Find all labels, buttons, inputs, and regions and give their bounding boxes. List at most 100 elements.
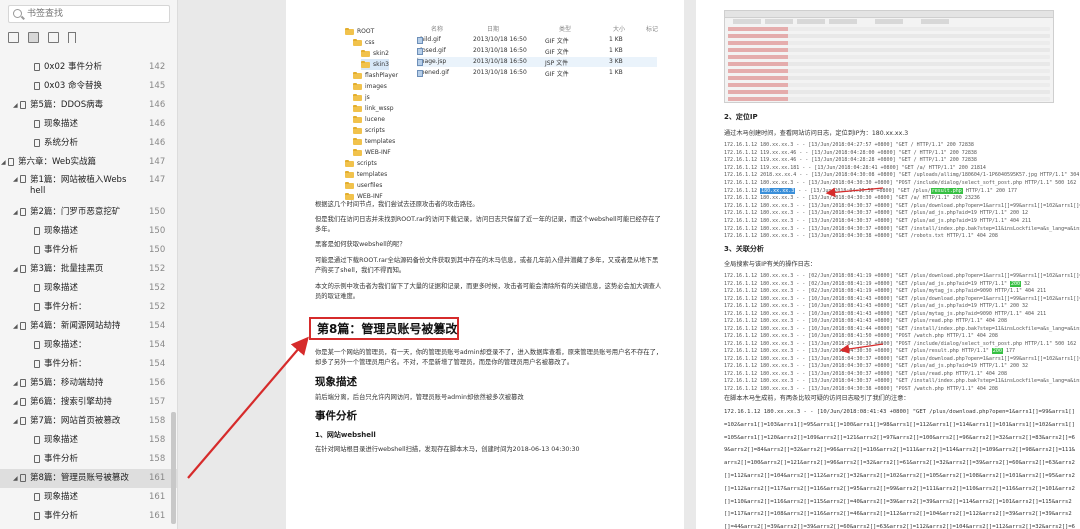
expand-all-icon[interactable] <box>8 32 19 43</box>
toc-item-label: 事件分析： <box>44 359 87 369</box>
collapse-caret-icon[interactable]: ◢ <box>13 380 18 387</box>
tree-folder[interactable]: userfiles <box>345 180 382 191</box>
heading-event-analysis: 事件分析 <box>315 410 357 422</box>
tree-folder-label: templates <box>357 171 388 178</box>
bookmark-page-icon <box>34 455 40 463</box>
tree-folder[interactable]: js <box>353 92 370 103</box>
folder-icon <box>345 181 354 189</box>
screenshot-row <box>728 41 1050 45</box>
collapse-caret-icon[interactable]: ◢ <box>13 176 18 183</box>
tree-folder[interactable]: templates <box>345 169 387 180</box>
log-line: 172.16.1.12 180.xx.xx.3 - - [13/Jun/2018… <box>724 370 1007 377</box>
toc-item[interactable]: 现象描述 152 <box>0 279 177 298</box>
folder-icon <box>345 192 354 200</box>
toc-item[interactable]: ◢ 第3篇：批量挂黑页 152 <box>0 260 177 279</box>
file-row[interactable]: image.jsp 2013/10/18 16:50 JSP 文件 3 KB <box>417 57 657 67</box>
toc-item[interactable]: 系统分析 146 <box>0 134 177 153</box>
file-name: closed.gif <box>417 47 446 55</box>
collapse-caret-icon[interactable]: ◢ <box>13 475 18 482</box>
toc-item[interactable]: 现象描述 150 <box>0 222 177 241</box>
bookmark-page-icon <box>20 101 26 109</box>
file-row[interactable]: opened.gif 2013/10/18 16:50 GIF 文件 1 KB <box>417 68 657 78</box>
log-line: 172.16.1.12 180.xx.xx.3 - - [02/Jun/2018… <box>724 280 1031 287</box>
toc-item[interactable]: ◢ 第7篇：网站首页被篡改 158 <box>0 412 177 431</box>
toc-item[interactable]: 0x03 命令替换 145 <box>0 77 177 96</box>
tree-folder[interactable]: skin3 <box>361 59 389 70</box>
toc-page-number: 158 <box>149 435 166 445</box>
toc-item[interactable]: ◢ 第2篇：门罗币恶意挖矿 150 <box>0 203 177 222</box>
tree-folder[interactable]: images <box>353 81 387 92</box>
col-name: 名称 <box>431 26 444 33</box>
tree-folder[interactable]: lucene <box>353 114 385 125</box>
toc-page-number: 154 <box>149 359 166 369</box>
tree-folder-label: images <box>365 83 387 90</box>
tree-folder[interactable]: skin2 <box>361 48 389 59</box>
toc-item[interactable]: 事件分析 150 <box>0 241 177 260</box>
toc-item-label: 0x03 命令替换 <box>44 81 102 91</box>
toc-item[interactable]: ◢ 第8篇：管理员账号被篡改 161 <box>0 469 177 488</box>
bookmark-search-box[interactable] <box>8 5 170 23</box>
toc-item[interactable]: 现象描述 161 <box>0 488 177 507</box>
bookmark-page-icon <box>20 379 26 387</box>
toc-item[interactable]: ◢ 第4篇：新闻源网站劫持 154 <box>0 317 177 336</box>
file-name: opened.gif <box>417 69 449 77</box>
toc-item[interactable]: ◢ 第5篇：DDOS病毒 146 <box>0 96 177 115</box>
toc-item[interactable]: 现象描述 146 <box>0 115 177 134</box>
file-row[interactable]: child.gif 2013/10/18 16:50 GIF 文件 1 KB <box>417 35 657 45</box>
tree-folder[interactable]: scripts <box>353 125 385 136</box>
screenshot-row <box>728 83 1050 87</box>
toc-page-number: 158 <box>149 454 166 464</box>
screenshot-row <box>728 48 1050 52</box>
toc-page-number: 157 <box>149 397 166 407</box>
toc-item[interactable]: 事件分析 161 <box>0 507 177 526</box>
toc-item[interactable]: 事件分析： 152 <box>0 298 177 317</box>
collapse-all-icon[interactable] <box>28 32 39 43</box>
paragraph: 前后端分离，后台只允许内网访问，管理员账号admin却依然被多次被篡改 <box>315 394 524 401</box>
outline-icon[interactable] <box>48 32 59 43</box>
toc-item[interactable]: 现象描述 158 <box>0 431 177 450</box>
collapse-caret-icon[interactable]: ◢ <box>13 266 18 273</box>
toc-item[interactable]: ◢ 第5篇：移动端劫持 156 <box>0 374 177 393</box>
collapse-caret-icon[interactable]: ◢ <box>13 418 18 425</box>
tree-folder-label: skin2 <box>373 50 389 57</box>
folder-icon <box>345 27 354 35</box>
toc-item-label: 第4篇：新闻源网站劫持 <box>30 321 121 331</box>
file-row[interactable]: closed.gif 2013/10/18 16:50 GIF 文件 1 KB <box>417 46 657 56</box>
tree-folder[interactable]: WEB-INF <box>353 147 391 158</box>
collapse-caret-icon[interactable]: ◢ <box>13 323 18 330</box>
collapse-caret-icon[interactable]: ◢ <box>13 399 18 406</box>
tree-folder[interactable]: flashPlayer <box>353 70 398 81</box>
tree-folder[interactable]: ROOT <box>345 26 374 37</box>
tree-folder[interactable]: css <box>353 37 375 48</box>
explorer-header: 名称 日期 类型 大小 标记 <box>341 24 661 33</box>
toc-item[interactable]: 事件分析： 154 <box>0 355 177 374</box>
toc-item-label: 0x02 事件分析 <box>44 62 102 72</box>
collapse-caret-icon[interactable]: ◢ <box>13 102 18 109</box>
toc-page-number: 146 <box>149 138 166 148</box>
tree-folder-label: scripts <box>365 127 385 134</box>
log-line: 172.16.1.12 180.xx.xx.3 - - [10/Jun/2018… <box>724 303 1029 309</box>
bookmark-search-input[interactable] <box>27 7 167 21</box>
tree-folder[interactable]: scripts <box>345 158 377 169</box>
toc-item[interactable]: ◢ 第六章：Web实战篇 147 <box>0 153 177 172</box>
toc-item-label: 现象描述 <box>44 492 79 502</box>
file-name: image.jsp <box>417 58 447 66</box>
screenshot-toolbar-button <box>733 19 761 24</box>
sidebar-scrollbar[interactable] <box>171 412 176 524</box>
toc-item[interactable]: 0x02 事件分析 142 <box>0 58 177 77</box>
toc-item[interactable]: ◢ 第1篇：网站被植入Webs hell 147 <box>0 171 177 199</box>
toc-item[interactable]: 现象描述： 154 <box>0 336 177 355</box>
folder-icon <box>353 93 362 101</box>
collapse-caret-icon[interactable]: ◢ <box>13 209 18 216</box>
file-type: GIF 文件 <box>545 71 569 78</box>
tree-folder[interactable]: templates <box>353 136 395 147</box>
tree-folder[interactable]: link_wssp <box>353 103 394 114</box>
bookmark-icon[interactable] <box>68 32 76 43</box>
paragraph: 可能是通过下载ROOT.rar全站源码备份文件获取到其中存在的木马信息，或者几年… <box>315 257 659 274</box>
paragraph: 全局搜索与该IP有关的操作日志： <box>724 261 817 268</box>
toc-item[interactable]: 事件分析 158 <box>0 450 177 469</box>
tree-folder-label: WEB-INF <box>365 149 391 156</box>
log-line: 172.16.1.12 180.xx.xx.3 - - [13/Jun/2018… <box>724 363 1029 369</box>
toc-item[interactable]: ◢ 第6篇：搜索引擎劫持 157 <box>0 393 177 412</box>
collapse-caret-icon[interactable]: ◢ <box>1 159 6 166</box>
